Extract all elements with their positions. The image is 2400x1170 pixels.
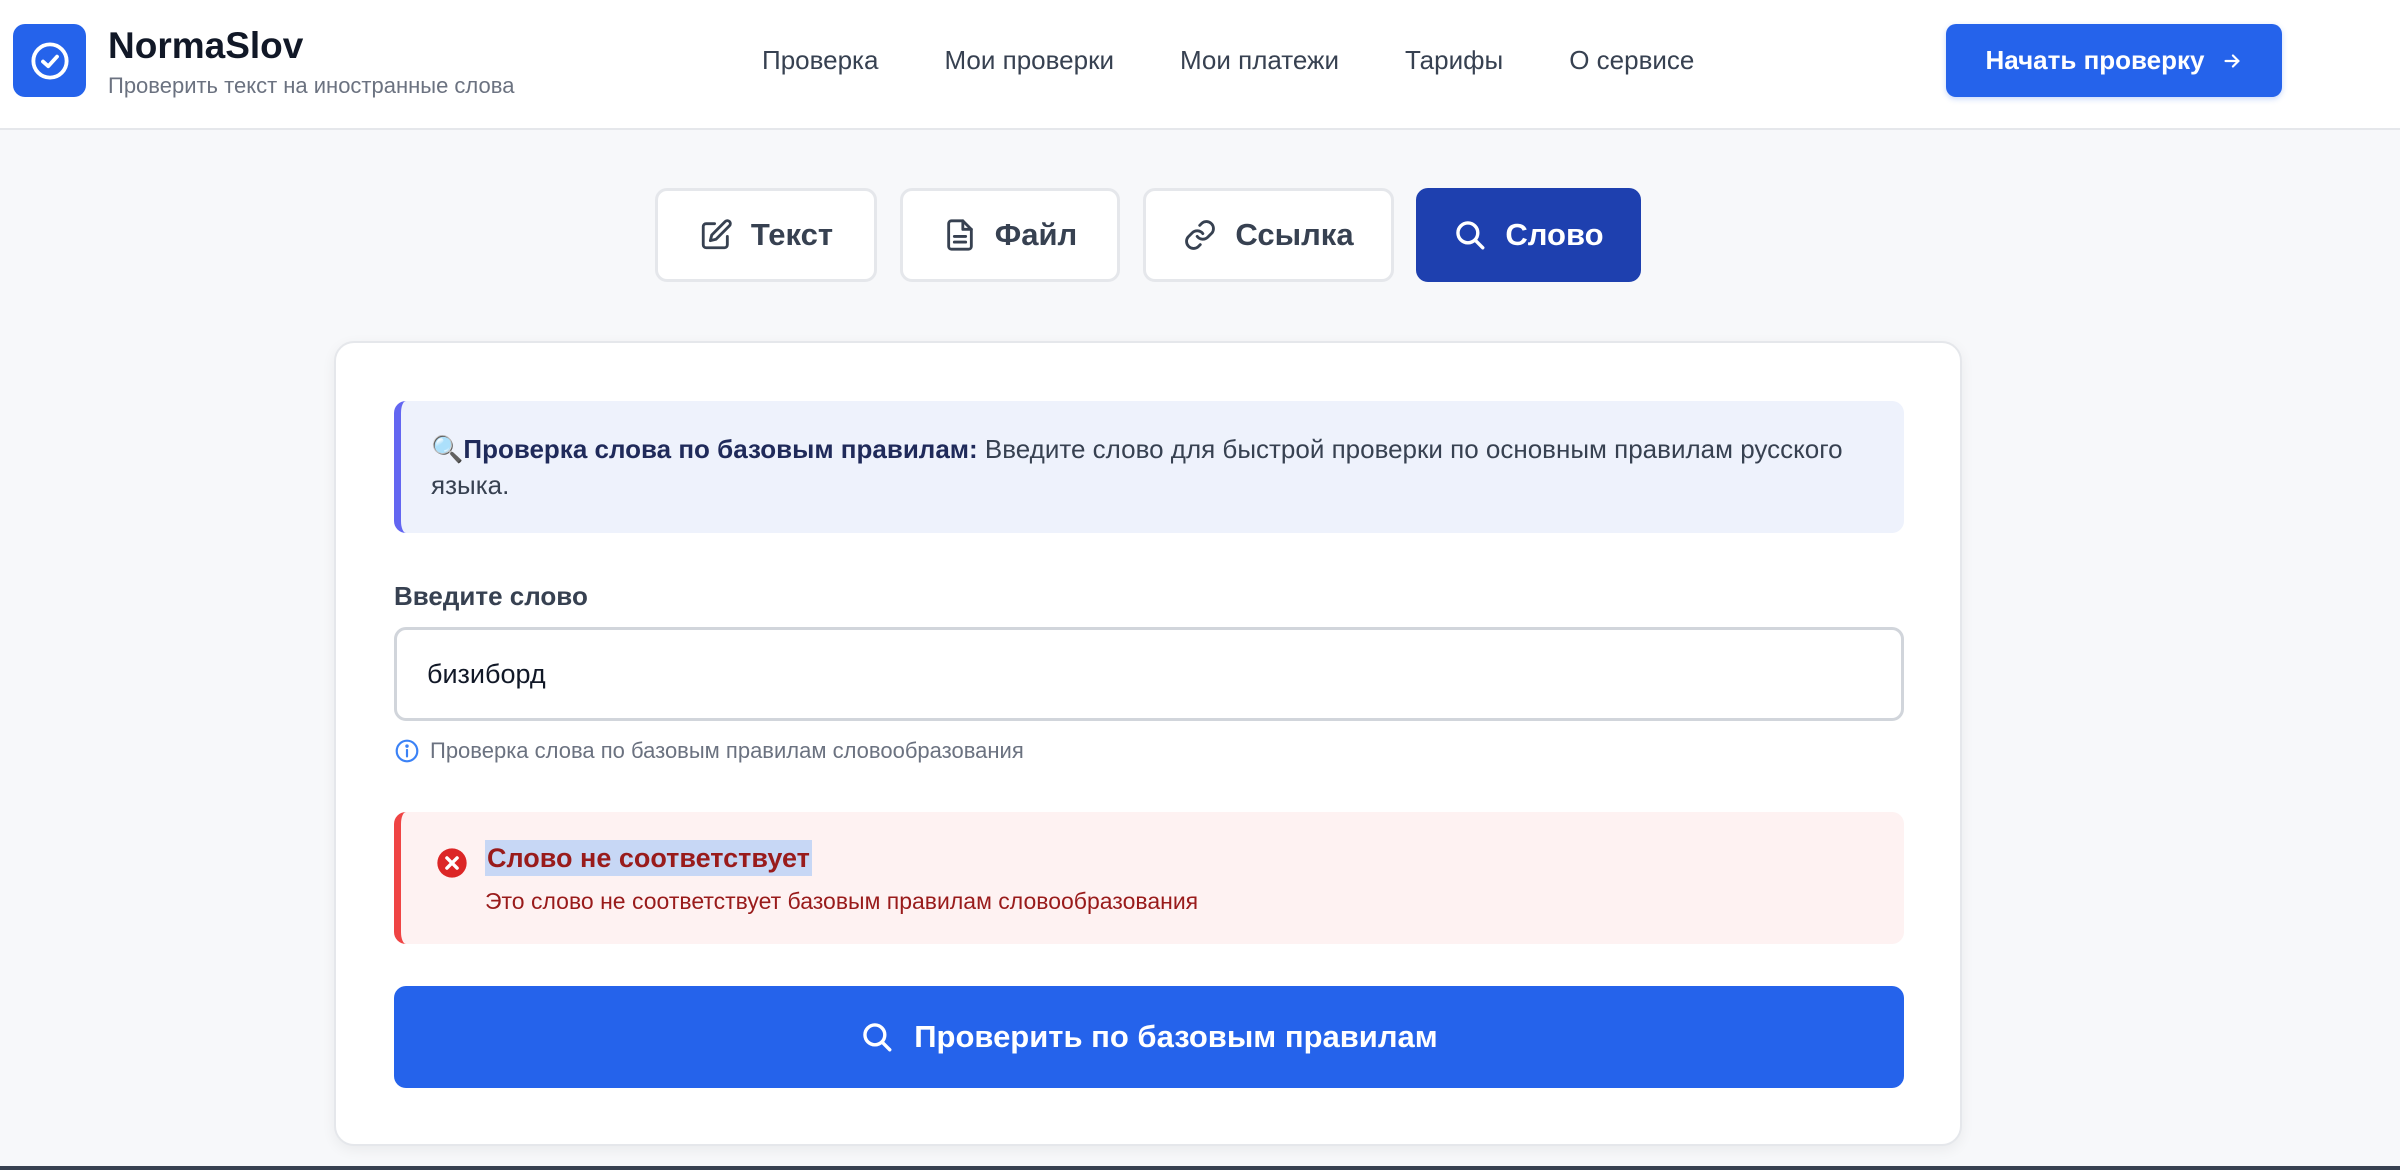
tab-file[interactable]: Файл — [900, 188, 1120, 282]
tab-file-label: Файл — [994, 217, 1078, 252]
tab-text[interactable]: Текст — [655, 188, 877, 282]
edit-icon — [701, 219, 732, 250]
main-nav: Проверка Мои проверки Мои платежи Тарифы… — [762, 40, 1694, 80]
start-check-button[interactable]: Начать проверку — [1946, 24, 2282, 97]
search-icon — [863, 1023, 892, 1052]
tab-link-label: Ссылка — [1235, 217, 1354, 252]
info-banner: 🔍Проверка слова по базовым правилам: Вве… — [394, 401, 1904, 533]
word-input[interactable] — [394, 627, 1904, 721]
tab-word-label: Слово — [1505, 217, 1604, 252]
start-check-label: Начать проверку — [1985, 45, 2205, 75]
magnifier-emoji-icon: 🔍 — [431, 434, 464, 464]
tab-word[interactable]: Слово — [1416, 188, 1641, 282]
result-title: Слово не соответствует — [485, 840, 812, 876]
header: NormaSlov Проверить текст на иностранные… — [0, 0, 2400, 130]
word-field-hint: Проверка слова по базовым правилам слово… — [394, 735, 1024, 767]
hint-text: Проверка слова по базовым правилам слово… — [430, 738, 1024, 763]
bottom-divider — [0, 1166, 2400, 1170]
error-x-icon — [437, 848, 467, 878]
result-text: Это слово не соответствует базовым прави… — [485, 888, 1199, 914]
result-error: Слово не соответствует Это слово не соот… — [394, 812, 1904, 944]
nav-item-check[interactable]: Проверка — [762, 40, 878, 80]
logo[interactable] — [13, 24, 86, 97]
arrow-right-icon — [2223, 53, 2240, 68]
submit-label: Проверить по базовым правилам — [914, 1019, 1438, 1054]
check-circle-icon — [30, 41, 69, 80]
file-icon — [947, 219, 973, 251]
tab-link[interactable]: Ссылка — [1143, 188, 1394, 282]
nav-item-tariffs[interactable]: Тарифы — [1405, 40, 1503, 80]
info-icon — [395, 739, 419, 763]
check-basic-rules-button[interactable]: Проверить по базовым правилам — [394, 986, 1904, 1088]
nav-item-about[interactable]: О сервисе — [1569, 40, 1694, 80]
mode-tabs: Текст Файл Ссылка Слово — [0, 188, 2400, 282]
check-card: 🔍Проверка слова по базовым правилам: Вве… — [334, 341, 1962, 1146]
word-field-label: Введите слово — [394, 581, 588, 611]
tab-text-label: Текст — [750, 217, 834, 252]
brand-tagline: Проверить текст на иностранные слова — [108, 73, 515, 98]
nav-item-my-payments[interactable]: Мои платежи — [1180, 40, 1339, 80]
nav-item-my-checks[interactable]: Мои проверки — [944, 40, 1114, 80]
info-title: Проверка слова по базовым правилам: — [463, 434, 978, 464]
search-icon — [1456, 221, 1485, 250]
link-icon — [1185, 220, 1216, 250]
brand-name[interactable]: NormaSlov — [108, 24, 303, 68]
